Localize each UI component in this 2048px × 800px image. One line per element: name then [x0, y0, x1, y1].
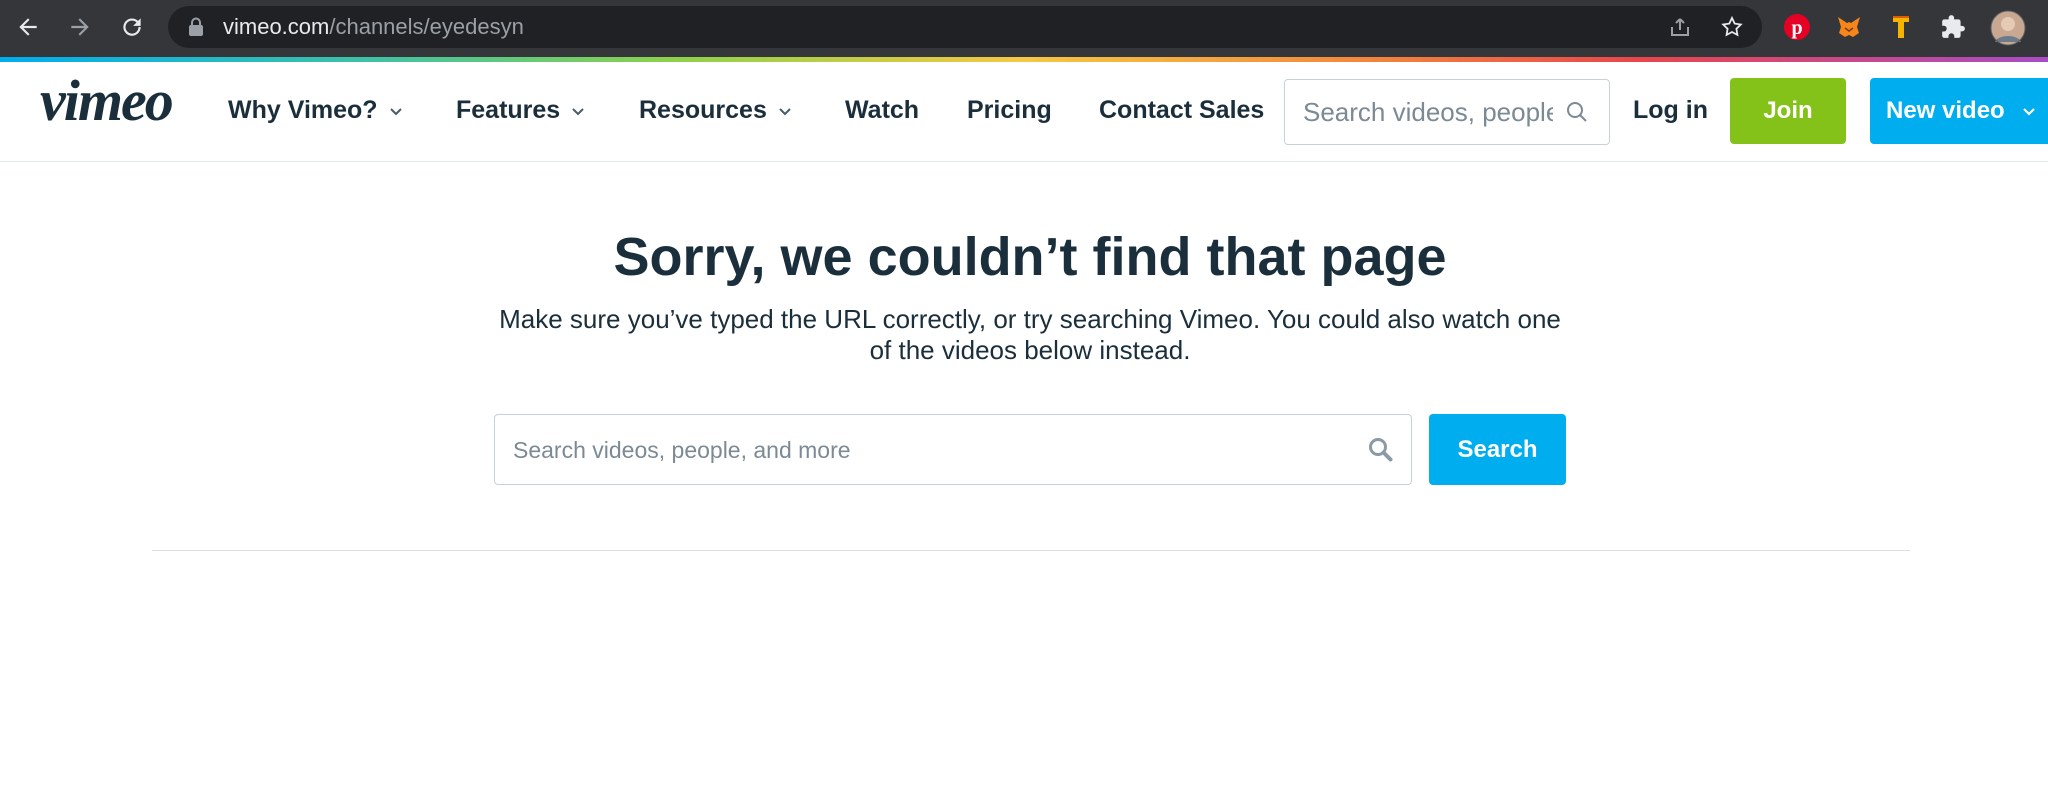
browser-toolbar: vimeo.com/channels/eyedesyn p — [0, 0, 2048, 57]
extension-tool-icon[interactable] — [1886, 12, 1916, 42]
search-button[interactable]: Search — [1429, 414, 1566, 485]
address-bar[interactable]: vimeo.com/channels/eyedesyn — [168, 6, 1762, 48]
chevron-down-icon — [779, 107, 791, 115]
page-subtitle: Make sure you’ve typed the URL correctly… — [499, 304, 1561, 365]
nav-pricing-label: Pricing — [967, 96, 1052, 124]
nav-contact-sales-label: Contact Sales — [1099, 96, 1265, 124]
login-link[interactable]: Log in — [1633, 96, 1708, 125]
vimeo-logo[interactable]: vimeo — [40, 68, 206, 137]
chevron-down-icon — [389, 107, 402, 115]
forward-icon[interactable] — [62, 9, 98, 45]
nav-why-vimeo-label: Why Vimeo? — [228, 96, 378, 124]
join-button[interactable]: Join — [1730, 78, 1846, 144]
nav-resources-label: Resources — [639, 96, 767, 124]
metamask-icon[interactable] — [1834, 12, 1864, 42]
header-search-input[interactable] — [1303, 95, 1553, 129]
nav-watch[interactable]: Watch — [845, 96, 919, 125]
nav-features[interactable]: Features — [456, 96, 586, 125]
svg-text:p: p — [1791, 17, 1802, 39]
main-search[interactable] — [494, 414, 1412, 485]
nav-pricing[interactable]: Pricing — [967, 96, 1052, 125]
bookmark-star-icon[interactable] — [1718, 13, 1746, 41]
main-search-input[interactable] — [513, 434, 1333, 466]
url-path: /channels/eyedesyn — [329, 14, 524, 39]
nav-contact-sales[interactable]: Contact Sales — [1099, 96, 1264, 125]
nav-resources[interactable]: Resources — [639, 96, 793, 125]
page-title: Sorry, we couldn’t find that page — [613, 227, 1447, 287]
profile-avatar[interactable] — [1990, 10, 2026, 46]
reload-icon[interactable] — [114, 9, 150, 45]
search-icon[interactable] — [1367, 436, 1395, 469]
nav-why-vimeo[interactable]: Why Vimeo? — [228, 96, 404, 125]
share-icon[interactable] — [1666, 13, 1694, 41]
header-search[interactable] — [1284, 79, 1610, 145]
url-host: vimeo.com — [223, 14, 330, 39]
puzzle-icon[interactable] — [1938, 12, 1968, 42]
chevron-down-icon — [572, 107, 584, 115]
vimeo-logo-text: vimeo — [40, 76, 173, 132]
site-header: vimeo Why Vimeo? Features Resources Watc… — [0, 62, 2048, 162]
nav-watch-label: Watch — [845, 96, 920, 124]
lock-icon — [188, 17, 204, 42]
new-video-label: New video — [1886, 97, 2005, 124]
url-text: vimeo.com/channels/eyedesyn — [223, 14, 524, 40]
nav-features-label: Features — [456, 96, 561, 124]
back-icon[interactable] — [10, 9, 46, 45]
new-video-button[interactable]: New video — [1870, 78, 2048, 144]
chevron-down-icon — [2022, 108, 2035, 116]
pinterest-icon[interactable]: p — [1782, 12, 1812, 42]
section-divider — [152, 550, 1910, 551]
search-icon[interactable] — [1565, 100, 1589, 129]
